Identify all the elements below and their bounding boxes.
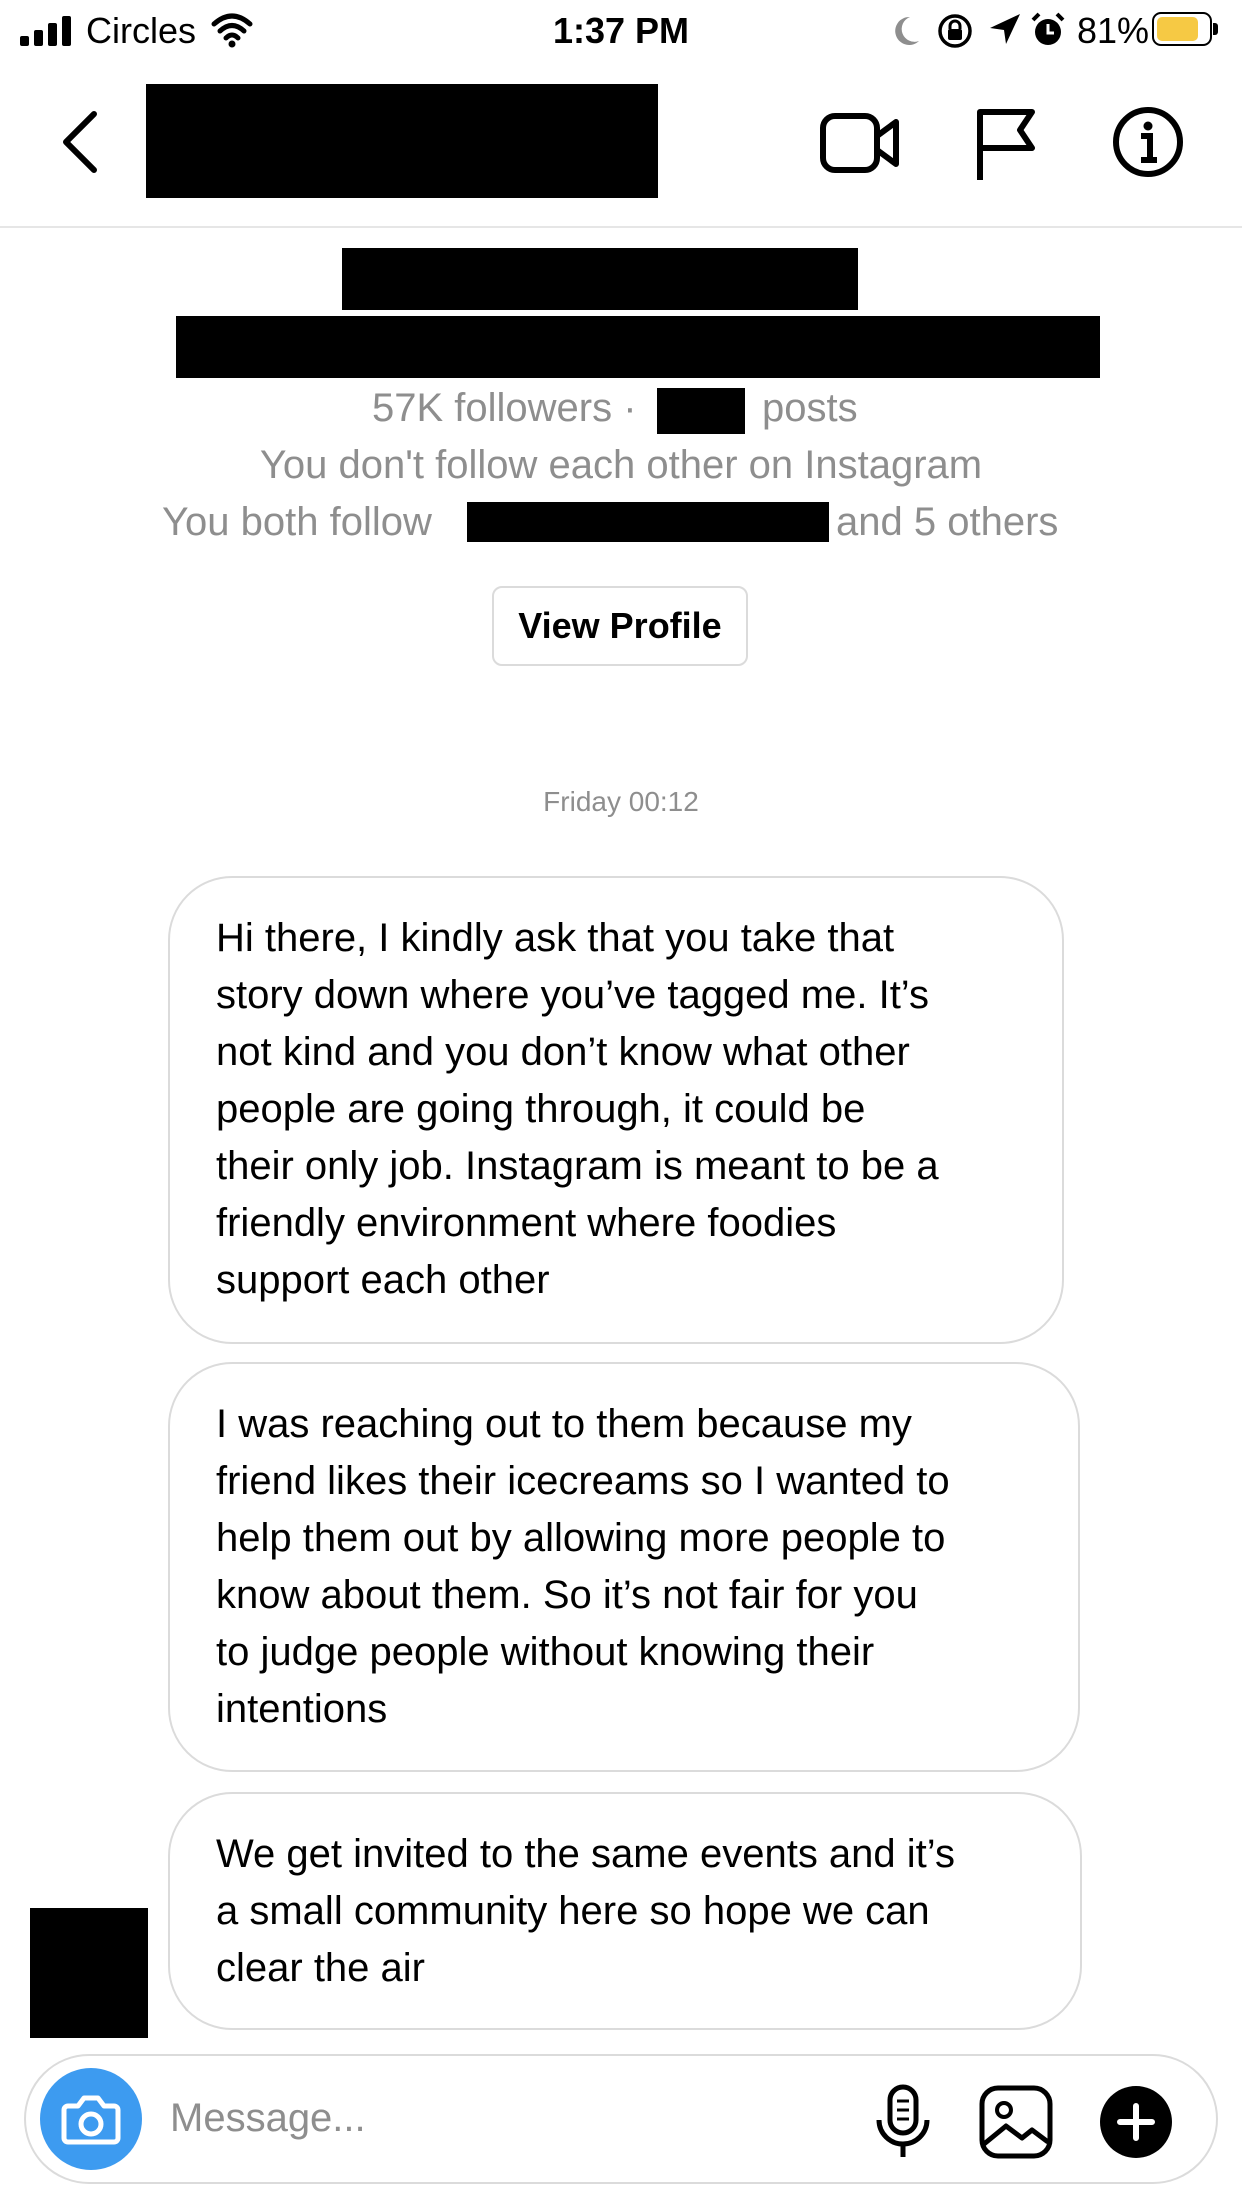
battery-icon (1152, 12, 1218, 46)
back-button[interactable] (50, 104, 110, 180)
location-arrow-icon (990, 14, 1020, 44)
message-line: people are going through, it could be (216, 1087, 866, 1131)
alarm-clock-icon (1031, 12, 1065, 45)
more-options-button[interactable] (1098, 2084, 1174, 2160)
status-bar: Circles 1:37 PM 81% (0, 0, 1242, 62)
message-line: intentions (216, 1687, 388, 1731)
video-call-button[interactable] (820, 110, 900, 176)
message-line: a small community here so hope we can (216, 1889, 930, 1933)
message-line: story down where you’ve tagged me. It’s (216, 973, 929, 1017)
follow-status: You don't follow each other on Instagram (259, 443, 983, 487)
camera-button[interactable] (40, 2068, 142, 2170)
sender-avatar-redaction (30, 1908, 148, 2038)
gallery-icon (979, 2085, 1053, 2159)
message-composer: Message... (24, 2054, 1218, 2184)
message-line: not kind and you don’t know what other (216, 1030, 910, 1074)
plus-icon (1100, 2086, 1172, 2158)
mutual-follow-suffix: and 5 others (836, 500, 1059, 544)
message-bubble[interactable]: Hi there, I kindly ask that you take tha… (168, 876, 1064, 1344)
message-line: We get invited to the same events and it… (216, 1832, 955, 1876)
moon-icon (895, 16, 919, 45)
message-line: support each other (216, 1258, 550, 1302)
camera-icon (61, 2095, 121, 2145)
message-line: to judge people without knowing their (216, 1630, 875, 1674)
username-redaction (146, 84, 658, 198)
message-line: Hi there, I kindly ask that you take tha… (216, 916, 895, 960)
mutual-follow-redaction (467, 502, 829, 542)
message-input[interactable]: Message... (170, 2096, 366, 2141)
message-line: their only job. Instagram is meant to be… (216, 1144, 939, 1188)
message-line: clear the air (216, 1946, 425, 1990)
profile-name-redaction (342, 248, 858, 310)
message-line: friendly environment where foodies (216, 1201, 837, 1245)
battery-percent: 81% (1077, 10, 1150, 51)
followers-count: 57K followers · (372, 386, 637, 430)
report-flag-button[interactable] (972, 106, 1038, 182)
info-icon (1113, 107, 1183, 177)
mutual-follow-prefix: You both follow (162, 500, 432, 544)
conversation-info-button[interactable] (1112, 106, 1184, 178)
message-line: I was reaching out to them because my (216, 1402, 912, 1446)
message-timestamp: Friday 00:12 (543, 786, 699, 817)
video-call-icon (820, 113, 899, 173)
orientation-lock-icon (938, 14, 972, 48)
gallery-button[interactable] (978, 2084, 1054, 2160)
microphone-icon (876, 2084, 930, 2157)
message-bubble[interactable]: I was reaching out to them because my fr… (168, 1362, 1080, 1772)
message-line: help them out by allowing more people to (216, 1516, 946, 1560)
message-line: friend likes their icecreams so I wanted… (216, 1459, 950, 1503)
view-profile-button[interactable]: View Profile (492, 586, 748, 666)
message-line: know about them. So it’s not fair for yo… (216, 1573, 918, 1617)
profile-handle-redaction (176, 316, 1100, 378)
posts-count-redaction (657, 388, 745, 434)
message-bubble[interactable]: We get invited to the same events and it… (168, 1792, 1082, 2030)
header-divider (0, 226, 1242, 228)
back-chevron-icon (63, 111, 97, 173)
voice-message-button[interactable] (872, 2084, 934, 2160)
flag-icon (977, 109, 1035, 180)
posts-label: posts (762, 386, 858, 430)
